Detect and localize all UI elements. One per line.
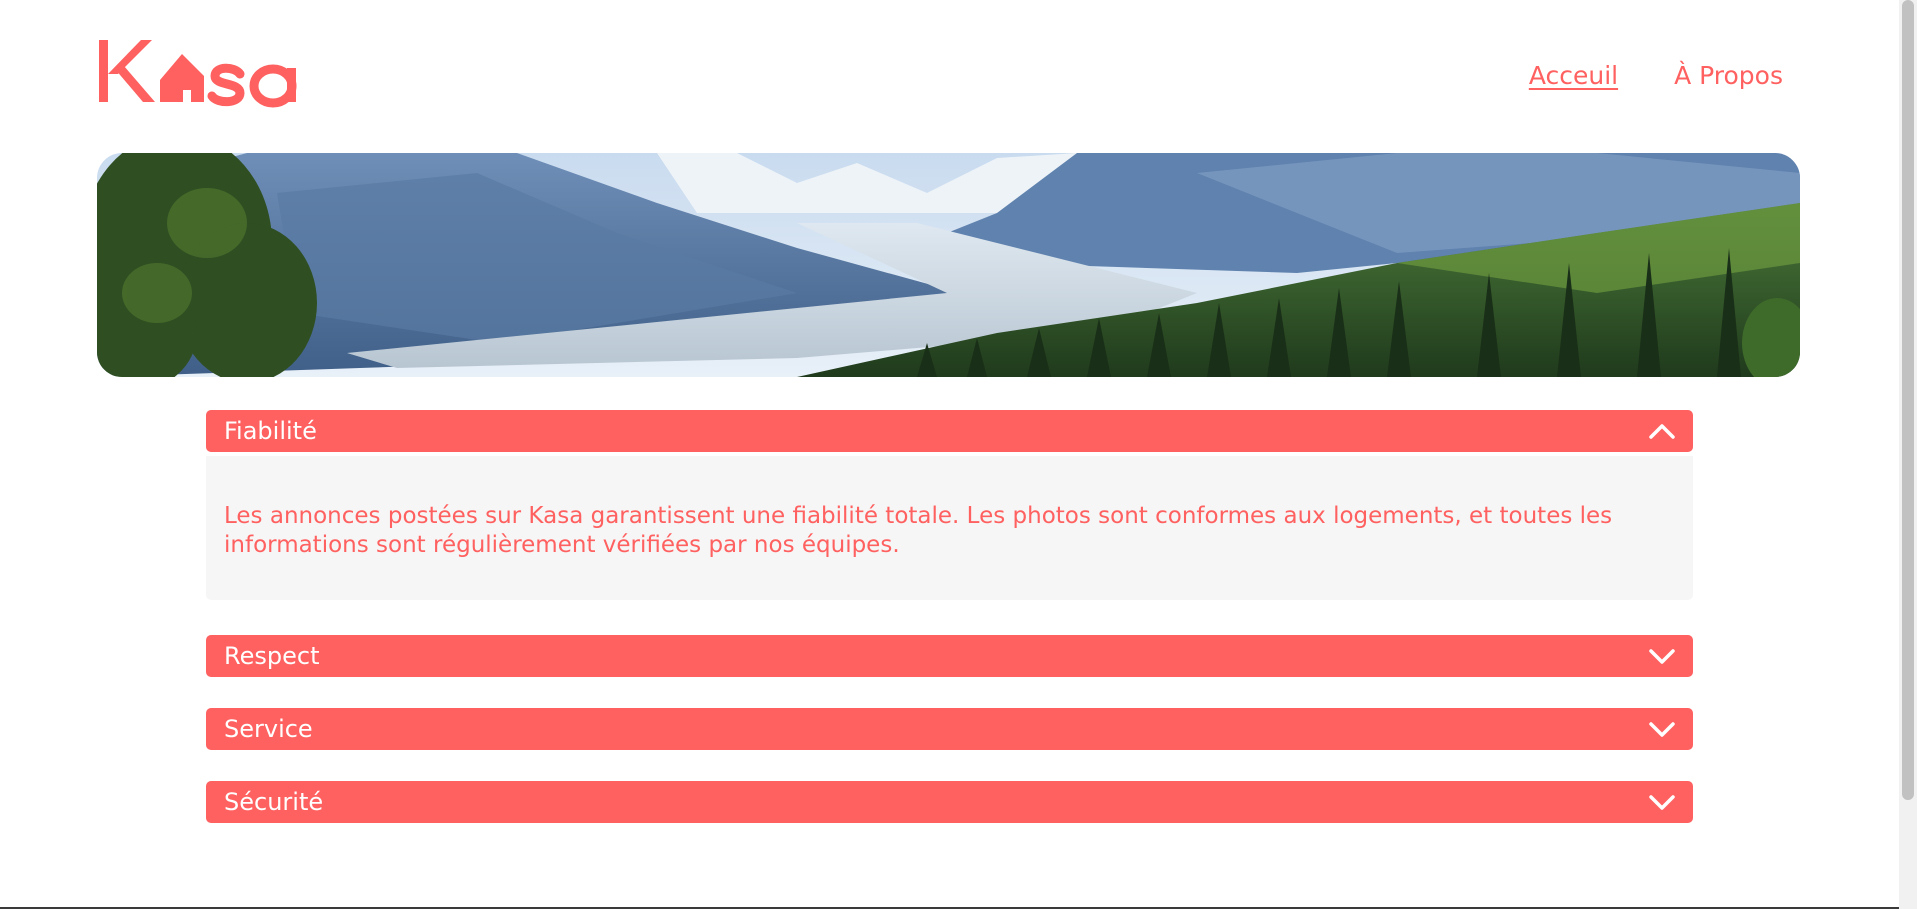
- vertical-scrollbar[interactable]: [1899, 0, 1917, 909]
- collapse-respect: Respect: [206, 635, 1693, 677]
- collapse-title: Fiabilité: [224, 417, 317, 445]
- collapse-title: Service: [224, 715, 313, 743]
- collapse-header-respect[interactable]: Respect: [206, 635, 1693, 677]
- collapse-securite: Sécurité: [206, 781, 1693, 823]
- landscape-image: [97, 153, 1800, 377]
- collapse-header-securite[interactable]: Sécurité: [206, 781, 1693, 823]
- collapse-title: Sécurité: [224, 788, 324, 816]
- nav-link-home[interactable]: Acceuil: [1529, 58, 1618, 94]
- page: Acceuil À Propos Fiabilité Les annonces …: [0, 0, 1899, 909]
- collapse-fiabilite: Fiabilité Les annonces postées sur Kasa …: [206, 410, 1693, 600]
- chevron-down-icon[interactable]: [1649, 648, 1675, 664]
- collapse-service: Service: [206, 708, 1693, 750]
- collapse-header-fiabilite[interactable]: Fiabilité: [206, 410, 1693, 452]
- collapse-header-service[interactable]: Service: [206, 708, 1693, 750]
- collapse-title: Respect: [224, 642, 320, 670]
- nav-link-about[interactable]: À Propos: [1674, 58, 1783, 94]
- house-icon: [160, 54, 204, 102]
- chevron-up-icon[interactable]: [1649, 423, 1675, 439]
- hero-banner: [97, 153, 1800, 377]
- kasa-logo[interactable]: [97, 36, 311, 108]
- kasa-logo-image: [99, 40, 297, 108]
- main-nav: Acceuil À Propos: [1529, 58, 1783, 94]
- chevron-down-icon[interactable]: [1649, 794, 1675, 810]
- collapse-content-fiabilite: Les annonces postées sur Kasa garantisse…: [206, 456, 1693, 600]
- scrollbar-thumb[interactable]: [1902, 0, 1914, 800]
- collapse-text: Les annonces postées sur Kasa garantisse…: [224, 503, 1613, 558]
- chevron-down-icon[interactable]: [1649, 721, 1675, 737]
